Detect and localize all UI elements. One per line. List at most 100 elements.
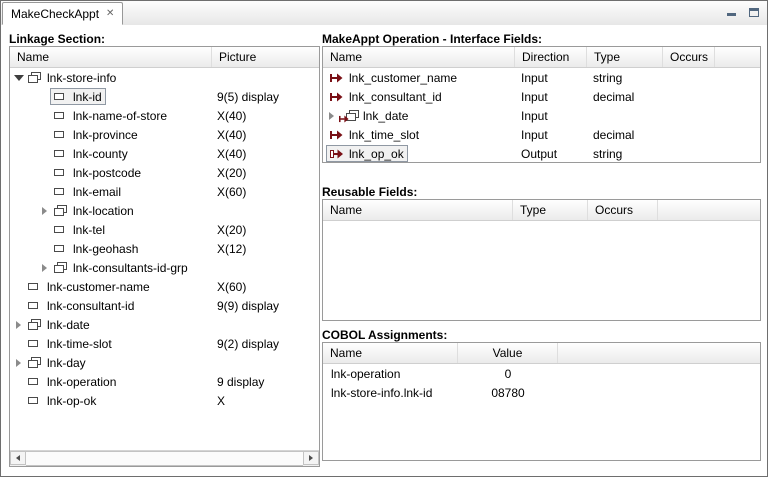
interface-field-direction: Input (515, 109, 587, 123)
tree-indent-spacer (39, 129, 50, 141)
scroll-left-button[interactable] (10, 451, 26, 465)
cobol-assignments-table-body: lnk-operation0lnk-store-info.lnk-id08780 (323, 364, 760, 460)
linkage-row[interactable]: lnk-time-slot9(2) display (10, 334, 319, 353)
interface-name-cell: lnk_customer_name (323, 69, 515, 86)
tree-collapsed-icon[interactable] (13, 357, 24, 369)
minimize-icon[interactable] (727, 7, 737, 17)
tree-collapsed-icon[interactable] (326, 110, 337, 122)
interface-column-header-name[interactable]: Name (323, 47, 515, 67)
linkage-horizontal-scrollbar[interactable] (10, 450, 319, 466)
linkage-item-picture: X(20) (212, 166, 319, 180)
linkage-name-cell: lnk-time-slot (10, 335, 212, 352)
tab-makecheckappt[interactable]: MakeCheckAppt ✕ (2, 2, 123, 25)
linkage-item-label: lnk-operation (47, 375, 116, 389)
interface-field-row[interactable]: lnk_time_slotInputdecimal (323, 125, 760, 144)
interface-name-cell: lnk_date (323, 107, 515, 124)
linkage-item-picture: 9(9) display (212, 299, 319, 313)
linkage-table: Name Picture lnk-store-info lnk-id9(5) di… (9, 46, 320, 467)
cobol-column-header-value[interactable]: Value (458, 343, 558, 363)
linkage-row[interactable]: lnk-emailX(60) (10, 182, 319, 201)
interface-field-row[interactable]: lnk_consultant_idInputdecimal (323, 87, 760, 106)
interface-field-direction: Input (515, 71, 587, 85)
linkage-row[interactable]: lnk-operation9 display (10, 372, 319, 391)
linkage-item-label: lnk-store-info (47, 71, 116, 85)
cobol-assignment-row[interactable]: lnk-operation0 (323, 364, 760, 383)
linkage-row[interactable]: lnk-countyX(40) (10, 144, 319, 163)
group-item-icon (28, 357, 43, 369)
cobol-column-header-name[interactable]: Name (323, 343, 458, 363)
input-direction-icon (330, 72, 345, 84)
linkage-row[interactable]: lnk-id9(5) display (10, 87, 319, 106)
reusable-column-header-filler (658, 200, 760, 220)
linkage-name-cell: lnk-customer-name (10, 278, 212, 295)
linkage-row[interactable]: lnk-telX(20) (10, 220, 319, 239)
interface-field-direction: Output (515, 147, 587, 161)
maximize-icon[interactable] (749, 8, 759, 17)
reusable-fields-title: Reusable Fields: (322, 185, 417, 199)
linkage-row[interactable]: lnk-day (10, 353, 319, 372)
linkage-row[interactable]: lnk-customer-nameX(60) (10, 277, 319, 296)
tree-collapsed-icon[interactable] (39, 205, 50, 217)
linkage-column-header-name[interactable]: Name (10, 47, 212, 67)
tree-indent-spacer (13, 338, 24, 350)
linkage-row[interactable]: lnk-name-of-storeX(40) (10, 106, 319, 125)
reusable-column-header-occurs[interactable]: Occurs (588, 200, 658, 220)
interface-column-header-type[interactable]: Type (587, 47, 663, 67)
scrollbar-thumb[interactable] (26, 451, 303, 466)
linkage-row[interactable]: lnk-geohashX(12) (10, 239, 319, 258)
reusable-column-header-name[interactable]: Name (323, 200, 513, 220)
elementary-item-icon (54, 243, 69, 255)
linkage-name-cell: lnk-geohash (10, 240, 212, 257)
elementary-item-icon (28, 395, 43, 407)
selected-item: lnk-id (50, 88, 106, 105)
tree-collapsed-icon[interactable] (13, 319, 24, 331)
linkage-row[interactable]: lnk-consultants-id-grp (10, 258, 319, 277)
selected-item: lnk_op_ok (326, 145, 408, 162)
cobol-assignments-title: COBOL Assignments: (322, 328, 447, 342)
interface-field-type: decimal (587, 90, 663, 104)
interface-field-row[interactable]: lnk_dateInput (323, 106, 760, 125)
scroll-right-arrow-icon (309, 455, 313, 461)
linkage-name-cell: lnk-county (10, 145, 212, 162)
linkage-row[interactable]: lnk-date (10, 315, 319, 334)
linkage-item-label: lnk-location (73, 204, 134, 218)
interface-column-header-direction[interactable]: Direction (515, 47, 587, 67)
linkage-item-label: lnk-tel (73, 223, 105, 237)
interface-field-row[interactable]: lnk_op_okOutputstring (323, 144, 760, 162)
linkage-row[interactable]: lnk-postcodeX(20) (10, 163, 319, 182)
interface-field-label: lnk_customer_name (349, 71, 457, 85)
linkage-row[interactable]: lnk-location (10, 201, 319, 220)
tab-close-icon[interactable]: ✕ (106, 9, 114, 19)
reusable-column-header-type[interactable]: Type (513, 200, 588, 220)
tree-expanded-icon[interactable] (13, 72, 24, 84)
linkage-item-label: lnk-province (73, 128, 138, 142)
interface-field-label: lnk_time_slot (349, 128, 419, 142)
linkage-item-label: lnk-geohash (73, 242, 138, 256)
linkage-column-header-picture[interactable]: Picture (212, 47, 319, 67)
interface-column-header-occurs[interactable]: Occurs (663, 47, 715, 67)
interface-field-direction: Input (515, 90, 587, 104)
tree-indent-spacer (13, 395, 24, 407)
scroll-right-button[interactable] (303, 451, 319, 465)
window-controls (727, 7, 759, 17)
cobol-column-header-filler (558, 343, 760, 363)
reusable-fields-table-header: Name Type Occurs (323, 200, 760, 221)
linkage-name-cell: lnk-postcode (10, 164, 212, 181)
cobol-assignment-row[interactable]: lnk-store-info.lnk-id08780 (323, 383, 760, 402)
linkage-name-cell: lnk-tel (10, 221, 212, 238)
interface-field-type: decimal (587, 128, 663, 142)
linkage-item-label: lnk-consultants-id-grp (73, 261, 188, 275)
tree-indent-spacer (39, 243, 50, 255)
group-item-icon (28, 319, 43, 331)
interface-field-row[interactable]: lnk_customer_nameInputstring (323, 68, 760, 87)
tree-collapsed-icon[interactable] (39, 262, 50, 274)
interface-name-cell: lnk_op_ok (323, 145, 515, 162)
cobol-assignment-name: lnk-operation (323, 367, 458, 381)
linkage-row[interactable]: lnk-store-info (10, 68, 319, 87)
tree-indent-spacer (13, 300, 24, 312)
linkage-row[interactable]: lnk-consultant-id9(9) display (10, 296, 319, 315)
linkage-row[interactable]: lnk-provinceX(40) (10, 125, 319, 144)
linkage-row[interactable]: lnk-op-okX (10, 391, 319, 410)
elementary-item-icon (54, 110, 69, 122)
interface-name-cell: lnk_consultant_id (323, 88, 515, 105)
